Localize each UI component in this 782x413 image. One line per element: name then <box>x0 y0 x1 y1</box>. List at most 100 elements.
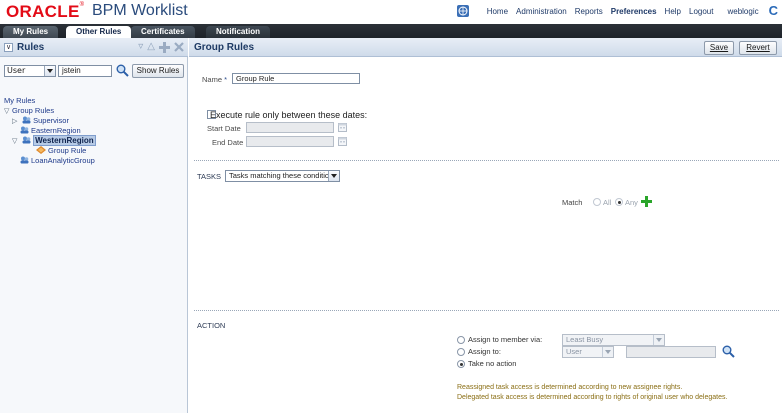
tasks-label: TASKS <box>197 172 222 181</box>
rules-panel-header: ∨ Rules ▿ △ <box>0 38 188 57</box>
brand-c-icon: C <box>768 3 778 18</box>
tasks-condition-select[interactable]: Tasks matching these conditions <box>225 170 340 182</box>
nav-reports-link[interactable]: Reports <box>575 7 603 16</box>
start-date-input <box>246 122 334 133</box>
group-icon <box>20 156 29 164</box>
tab-my-rules[interactable]: My Rules <box>3 26 59 38</box>
assign-to-type-value: User <box>566 347 582 356</box>
oracle-logo: ORACLE® <box>6 2 85 21</box>
filter-icon[interactable]: ▿ <box>138 41 143 53</box>
save-button[interactable]: Save <box>704 41 734 55</box>
tab-certificates[interactable]: Certificates <box>131 26 195 38</box>
add-condition-icon[interactable] <box>641 196 652 207</box>
app-title: BPM Worklist <box>92 2 188 19</box>
tree-item-label: EasternRegion <box>31 126 81 135</box>
nav-home-link[interactable]: Home <box>487 7 508 16</box>
rules-tree: My Rules ▽ Group Rules ▷ Supervisor Easte… <box>4 96 184 166</box>
group-rules-panel: Group Rules Save Revert Name * Group Rul… <box>189 38 782 413</box>
nav-administration-link[interactable]: Administration <box>516 7 567 16</box>
delete-rule-icon[interactable] <box>174 42 184 52</box>
globe-icon[interactable] <box>456 5 469 17</box>
assignee-input <box>626 346 716 358</box>
user-type-select-value: User <box>7 66 26 75</box>
assign-member-label: Assign to member via: <box>468 335 543 344</box>
rule-icon <box>36 146 46 154</box>
collapse-rules-button[interactable]: ∨ <box>4 43 13 52</box>
assign-member-select-value: Least Busy <box>566 335 604 344</box>
tab-notification[interactable]: Notification <box>206 26 270 38</box>
take-no-action-radio[interactable] <box>457 360 465 368</box>
current-user-name: weblogic <box>727 6 759 16</box>
tree-item-my-rules[interactable]: My Rules <box>4 96 184 106</box>
tab-other-rules[interactable]: Other Rules <box>66 26 132 38</box>
page-title: Group Rules <box>194 42 255 53</box>
chevron-down-icon[interactable] <box>653 335 664 345</box>
tasks-condition-value: Tasks matching these conditions <box>229 171 337 180</box>
action-label: ACTION <box>197 321 226 330</box>
required-indicator: * <box>224 75 228 84</box>
revert-button-label: Revert <box>746 43 770 52</box>
end-date-input <box>246 136 334 147</box>
assign-to-radio[interactable] <box>457 348 465 356</box>
nav-logout-link[interactable]: Logout <box>689 7 713 16</box>
tree-item-group-rules[interactable]: ▽ Group Rules <box>4 106 184 116</box>
save-button-label: Save <box>709 43 729 52</box>
match-all-label: All <box>603 198 612 207</box>
add-rule-icon[interactable] <box>159 41 170 53</box>
rules-filter-row: User jstein Show Rules <box>4 63 184 79</box>
calendar-icon <box>338 137 347 146</box>
tree-item-label: LoanAnalyticGroup <box>31 156 95 165</box>
match-label: Match <box>562 198 583 207</box>
search-icon[interactable] <box>116 64 129 77</box>
section-divider <box>194 160 779 161</box>
end-date-label: End Date <box>212 138 244 147</box>
match-all-radio[interactable] <box>593 198 601 206</box>
group-icon <box>20 126 29 134</box>
reassign-info-text: Reassigned task access is determined acc… <box>457 384 683 391</box>
name-label: Name * <box>202 75 227 84</box>
search-icon[interactable] <box>722 345 735 358</box>
tree-item-group-rule[interactable]: Group Rule <box>4 146 184 156</box>
group-icon <box>22 136 31 144</box>
match-any-radio[interactable] <box>615 198 623 206</box>
name-label-text: Name <box>202 75 223 84</box>
global-nav: Home Administration Reports Preferences … <box>456 3 778 18</box>
chevron-down-icon[interactable] <box>44 66 55 76</box>
rule-name-input[interactable]: Group Rule <box>232 73 360 84</box>
nav-preferences-link[interactable]: Preferences <box>611 7 657 16</box>
tree-item-label: Supervisor <box>33 116 69 125</box>
chevron-down-icon[interactable] <box>602 347 613 357</box>
start-date-label: Start Date <box>207 124 241 133</box>
main-tab-strip: My Rules Other Rules Certificates Notifi… <box>0 24 782 38</box>
group-rules-header: Group Rules Save Revert <box>189 38 782 57</box>
revert-button[interactable]: Revert <box>739 41 777 55</box>
assign-to-label: Assign to: <box>468 347 501 356</box>
rules-panel-title: Rules <box>17 42 45 53</box>
tree-item-supervisor[interactable]: ▷ Supervisor <box>4 116 184 126</box>
rules-toolbar: ▿ △ <box>138 41 184 53</box>
delegate-info-text: Delegated task access is determined acco… <box>457 394 728 401</box>
calendar-icon <box>338 123 347 132</box>
top-header: ORACLE® BPM Worklist Home Administration… <box>0 0 782 24</box>
show-rules-button[interactable]: Show Rules <box>132 64 184 78</box>
rules-panel: ∨ Rules ▿ △ User jstein Show Rules My Ru… <box>0 38 188 413</box>
tree-item-label: Group Rule <box>48 146 87 155</box>
tree-item-label: Group Rules <box>12 106 55 115</box>
assign-to-type-select[interactable]: User <box>562 346 614 358</box>
group-icon <box>22 116 31 124</box>
take-no-action-label: Take no action <box>468 359 517 368</box>
tree-item-loan-analytic-group[interactable]: LoanAnalyticGroup <box>4 156 184 166</box>
tree-item-label: WesternRegion <box>33 135 96 146</box>
user-type-select[interactable]: User <box>4 65 56 77</box>
tree-item-western-region[interactable]: ▽ WesternRegion <box>4 135 184 146</box>
execute-between-dates-label: Execute rule only between these dates: <box>210 110 368 120</box>
assign-member-select[interactable]: Least Busy <box>562 334 665 346</box>
expand-icon[interactable]: △ <box>147 41 155 53</box>
chevron-down-icon[interactable] <box>328 171 339 181</box>
match-any-label: Any <box>625 198 638 207</box>
user-search-input[interactable]: jstein <box>58 65 112 77</box>
section-divider <box>194 310 779 311</box>
assign-member-radio[interactable] <box>457 336 465 344</box>
tree-item-label: My Rules <box>4 96 36 105</box>
nav-help-link[interactable]: Help <box>665 7 681 16</box>
